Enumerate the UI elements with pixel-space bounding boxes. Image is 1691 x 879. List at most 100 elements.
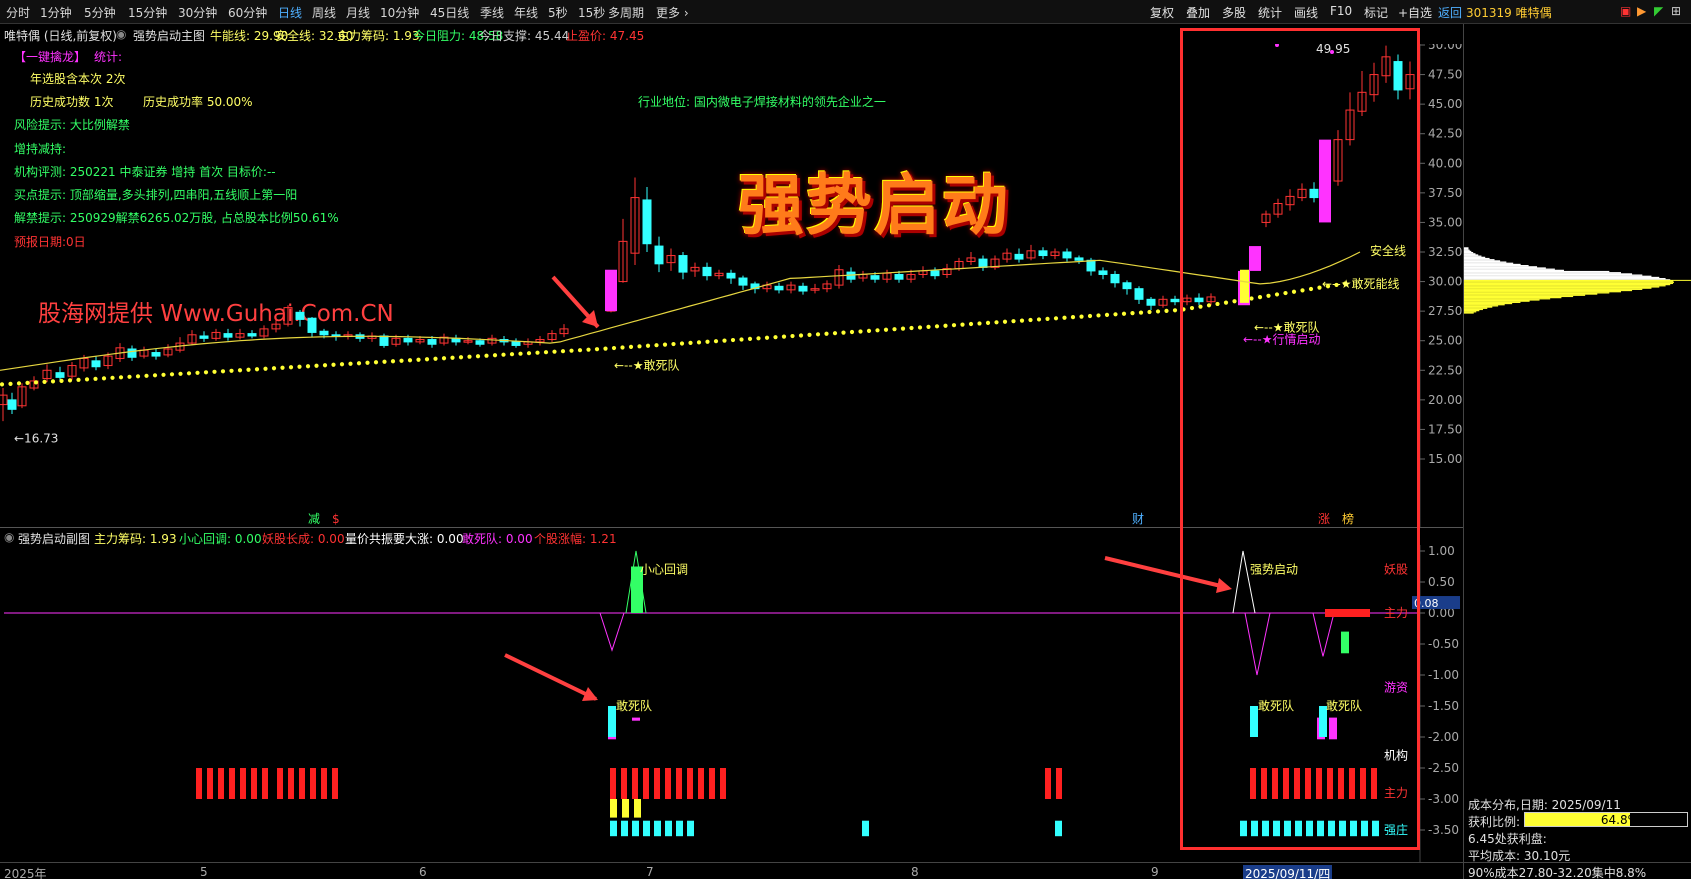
zhuli-bar [1272, 768, 1278, 799]
candle-body[interactable] [1110, 273, 1120, 284]
toolbar-button[interactable]: 标记 [1364, 4, 1388, 21]
energy-dot [118, 375, 124, 380]
period-tab[interactable]: 30分钟 [178, 4, 217, 21]
candle-body[interactable] [1134, 288, 1144, 300]
candle-body[interactable] [1146, 298, 1156, 306]
signal-candle[interactable] [1319, 139, 1331, 223]
toolbar-button[interactable]: 画线 [1294, 4, 1318, 21]
candle-body[interactable] [1086, 259, 1096, 272]
candle-body[interactable] [91, 360, 101, 368]
candle-body[interactable] [319, 330, 329, 336]
toolbar-button[interactable]: 多股 [1222, 4, 1246, 21]
zhuli-bar [1294, 768, 1300, 799]
event-marker: 财 [1132, 512, 1144, 526]
indicator-name[interactable]: 强势启动主图 [133, 27, 205, 44]
candle-body[interactable] [307, 317, 317, 333]
candle-body[interactable] [930, 270, 940, 277]
indicator-icon[interactable]: ◉ [116, 27, 126, 41]
candle-body[interactable] [7, 399, 17, 410]
candle-body[interactable] [55, 372, 65, 378]
toolbar-button[interactable]: 统计 [1258, 4, 1282, 21]
sub-indicator-icon[interactable]: ◉ [4, 530, 14, 544]
candle-body[interactable] [295, 311, 305, 320]
candle-body[interactable] [978, 258, 988, 268]
candle-body[interactable] [774, 285, 784, 291]
candle-body[interactable] [475, 340, 485, 345]
candle-body[interactable] [1074, 257, 1084, 261]
qiangzhuang-bar [610, 820, 617, 837]
energy-dot [688, 340, 693, 346]
period-tab[interactable]: 60分钟 [228, 4, 267, 21]
period-tab[interactable]: 周线 [312, 4, 336, 21]
candle-body[interactable] [1194, 297, 1204, 303]
period-tab[interactable]: 更多 › [656, 4, 689, 21]
candle-body[interactable] [702, 266, 712, 277]
candle-body[interactable] [1393, 61, 1403, 91]
energy-dot [237, 368, 243, 373]
candle-body[interactable] [151, 352, 161, 357]
corner-icon-1[interactable]: ▣ [1620, 4, 1631, 18]
period-tab[interactable]: 日线 [278, 4, 302, 21]
sub-tick-label: 1.00 [1428, 544, 1455, 558]
period-tab[interactable]: 5秒 [548, 4, 568, 21]
energy-dot [399, 358, 404, 363]
energy-dot [101, 376, 107, 381]
candle-body[interactable] [1122, 282, 1132, 290]
candle-body[interactable] [726, 272, 736, 279]
candle-body[interactable] [1309, 188, 1319, 199]
candle-body[interactable] [427, 339, 437, 345]
candle-body[interactable] [247, 333, 257, 337]
period-tab[interactable]: 1分钟 [40, 4, 72, 21]
corner-icon-3[interactable]: ◤ [1654, 4, 1663, 18]
candle-body[interactable] [1038, 250, 1048, 257]
corner-icon-2[interactable]: ▶ [1637, 4, 1646, 18]
candle-body[interactable] [223, 333, 233, 338]
energy-dot [705, 339, 710, 344]
period-tab[interactable]: 45日线 [430, 4, 469, 21]
candlestick-chart[interactable]: 50.00 47.50 45.00 42.50 40.00 37.50 35.00 32.50… [0, 44, 1463, 527]
zhuli-bar [218, 768, 224, 799]
candle-body[interactable] [894, 273, 904, 280]
energy-dot [1164, 308, 1169, 313]
corner-icon-4[interactable]: ⊞ [1671, 4, 1681, 18]
candle-body[interactable] [199, 335, 209, 339]
candle-body[interactable] [654, 245, 664, 265]
energy-dot [220, 369, 226, 374]
toolbar-button[interactable]: 复权 [1150, 4, 1174, 21]
sub-indicator-name[interactable]: 强势启动副图 [18, 530, 90, 547]
candle-body[interactable] [127, 348, 137, 358]
qiangzhuang-bar [676, 820, 683, 837]
candle-body[interactable] [870, 275, 880, 280]
candle-body[interactable] [642, 199, 652, 245]
period-tab[interactable]: 5分钟 [84, 4, 116, 21]
youzi-bar-green [1341, 631, 1349, 654]
candle-body[interactable] [1062, 251, 1072, 259]
period-tab[interactable]: 年线 [514, 4, 538, 21]
candle-body[interactable] [1170, 298, 1180, 303]
toolbar-button[interactable]: 叠加 [1186, 4, 1210, 21]
toolbar-button[interactable]: F10 [1330, 4, 1352, 18]
candle-body[interactable] [1098, 270, 1108, 275]
sub-indicator-chart[interactable]: 1.00 0.50 0.00 -0.50 -1.00 -1.50 -2.00 -2.50 -3.… [0, 527, 1463, 862]
period-tab[interactable]: 10分钟 [380, 4, 419, 21]
candle-body[interactable] [798, 285, 808, 292]
period-tab[interactable]: 季线 [480, 4, 504, 21]
candle-body[interactable] [1014, 253, 1024, 260]
period-tab[interactable]: 15秒 [578, 4, 605, 21]
toolbar-button[interactable]: 返回 [1438, 4, 1462, 21]
signal-candle[interactable] [605, 269, 617, 312]
candle-body[interactable] [379, 335, 389, 346]
energy-dot [1317, 285, 1322, 290]
period-tab[interactable]: 分时 [6, 4, 30, 21]
period-tab[interactable]: 15分钟 [128, 4, 167, 21]
signal-candle[interactable] [1249, 246, 1261, 271]
toolbar-button[interactable]: +自选 [1398, 4, 1432, 21]
candle-body[interactable] [678, 255, 688, 273]
candle-body[interactable] [738, 277, 748, 286]
signal-candle-yellow[interactable] [1240, 269, 1249, 303]
candle-body[interactable] [403, 337, 413, 343]
sub-tick-label: -0.50 [1428, 637, 1459, 651]
period-tab[interactable]: 月线 [346, 4, 370, 21]
candle-body[interactable] [511, 341, 521, 346]
period-tab[interactable]: 多周期 [608, 4, 644, 21]
